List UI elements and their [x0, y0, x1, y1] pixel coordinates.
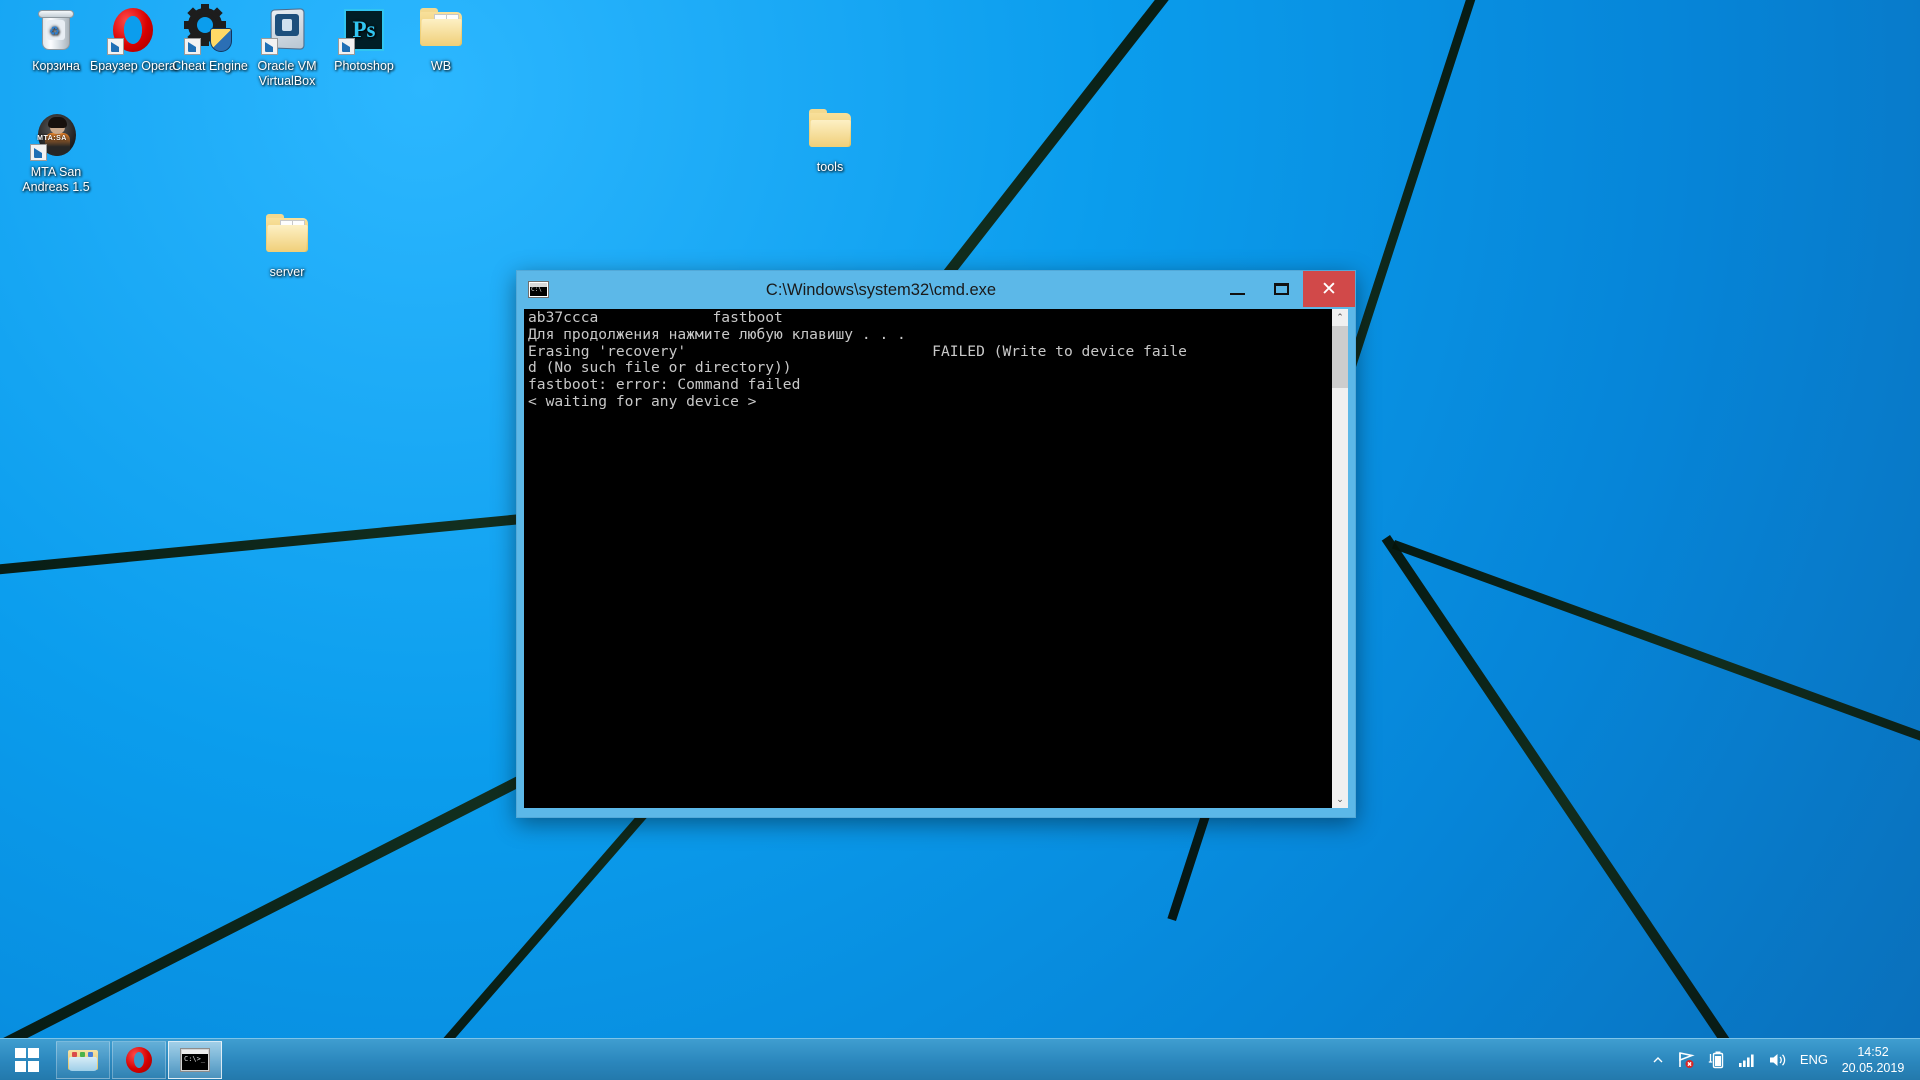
- desktop-icon-wb[interactable]: WB: [393, 6, 489, 74]
- folder-icon: [417, 6, 465, 54]
- system-tray: ENG 14:52 20.05.2019: [1646, 1039, 1920, 1080]
- desktop-icon-label: server: [269, 265, 305, 279]
- shortcut-overlay-icon: [184, 38, 201, 55]
- signal-bars-icon[interactable]: [1738, 1052, 1756, 1068]
- show-hidden-icons-button[interactable]: [1652, 1054, 1664, 1066]
- taskbar: ENG 14:52 20.05.2019: [0, 1038, 1920, 1080]
- taskbar-item-cmd[interactable]: [168, 1040, 222, 1079]
- desktop-icon-label: tools: [816, 160, 844, 174]
- shortcut-overlay-icon: [261, 38, 278, 55]
- start-button[interactable]: [0, 1039, 54, 1080]
- folder-glyph: [809, 109, 851, 147]
- cheat-engine-icon: [184, 4, 234, 55]
- taskbar-items: [54, 1040, 222, 1079]
- desktop-icon-label: WB: [430, 59, 452, 73]
- cmd-console-output[interactable]: ab37ccca fastboot Для продолжения нажмит…: [524, 309, 1331, 808]
- cmd-title-bar[interactable]: C:\Windows\system32\cmd.exe ✕: [517, 271, 1355, 309]
- minimize-button[interactable]: [1215, 271, 1259, 307]
- action-center-flag-icon[interactable]: [1676, 1050, 1696, 1070]
- folder-icon: [806, 107, 854, 155]
- folder-icon: [263, 212, 311, 260]
- scrollbar-thumb[interactable]: [1332, 326, 1348, 388]
- cmd-scrollbar[interactable]: ⌃ ⌄: [1331, 309, 1348, 808]
- scrollbar-track[interactable]: [1332, 326, 1348, 791]
- recycle-bin-icon: ♻: [32, 6, 80, 54]
- mta-san-andreas-icon: MTA:SA: [30, 112, 80, 161]
- folder-glyph: [420, 8, 462, 46]
- virtualbox-icon: [261, 6, 311, 55]
- close-button[interactable]: ✕: [1303, 271, 1355, 307]
- battery-charging-icon[interactable]: [1708, 1050, 1726, 1070]
- opera-browser-icon: [107, 6, 157, 55]
- file-explorer-icon: [68, 1048, 98, 1072]
- language-indicator[interactable]: ENG: [1800, 1052, 1828, 1067]
- desktop-icon-mta-san-andreas[interactable]: MTA:SA MTA San Andreas 1.5: [8, 112, 104, 194]
- desktop-icon-label: MTA San Andreas 1.5: [22, 165, 90, 194]
- maximize-button[interactable]: [1259, 271, 1303, 307]
- shortcut-overlay-icon: [107, 38, 124, 55]
- folder-glyph: [266, 214, 308, 252]
- volume-icon[interactable]: [1768, 1051, 1788, 1069]
- taskbar-item-file-explorer[interactable]: [56, 1040, 110, 1079]
- window-controls: ✕: [1215, 271, 1355, 307]
- shortcut-overlay-icon: [30, 144, 47, 161]
- desktop-icon-server[interactable]: server: [239, 212, 335, 280]
- scrollbar-up-button[interactable]: ⌃: [1332, 309, 1348, 326]
- clock-time: 14:52: [1857, 1044, 1889, 1059]
- cmd-window[interactable]: C:\Windows\system32\cmd.exe ✕ ab37ccca f…: [516, 270, 1356, 818]
- cmd-console-body: ab37ccca fastboot Для продолжения нажмит…: [524, 309, 1348, 808]
- taskbar-item-opera[interactable]: [112, 1040, 166, 1079]
- desktop-icon-tools[interactable]: tools: [782, 107, 878, 175]
- cmd-icon: [180, 1047, 210, 1072]
- cmd-window-icon: [528, 281, 549, 298]
- opera-icon: [126, 1046, 152, 1073]
- clock-date: 20.05.2019: [1841, 1060, 1905, 1075]
- windows-logo-icon: [15, 1047, 39, 1072]
- clock[interactable]: 14:52 20.05.2019: [1838, 1044, 1912, 1076]
- photoshop-icon: Ps: [338, 6, 388, 55]
- shortcut-overlay-icon: [338, 38, 355, 55]
- scrollbar-down-button[interactable]: ⌄: [1332, 791, 1348, 808]
